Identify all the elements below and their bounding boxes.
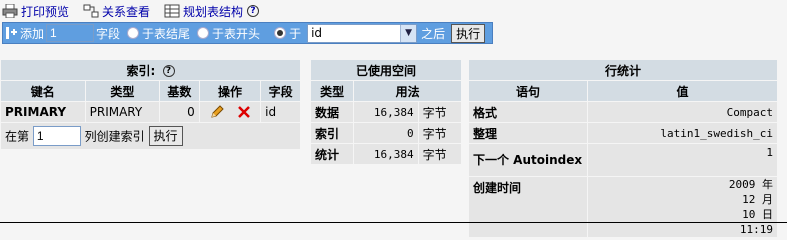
index-type: PRIMARY (85, 102, 160, 122)
index-cardinality: 0 (160, 102, 199, 122)
add-column-icon (4, 25, 18, 41)
table-row: 创建时间 2009 年 12 月 10 日 11:19 (469, 177, 777, 237)
fields-label: 字段 (96, 26, 121, 41)
index-keyname: PRIMARY (1, 102, 85, 122)
space-type: 数据 (311, 102, 354, 122)
help-icon[interactable]: ? (162, 65, 175, 77)
print-preview-label: 打印预览 (21, 4, 70, 19)
chevron-down-icon: ▼ (400, 24, 417, 42)
divider (0, 222, 787, 223)
stat-value: Compact (588, 102, 777, 122)
col-space-usage: 用法 (354, 81, 461, 101)
col-field: 字段 (261, 81, 300, 101)
delete-x-icon[interactable] (237, 105, 251, 119)
space-value: 16,384 (354, 102, 418, 122)
at-beginning-label: 于表开头 (212, 26, 261, 41)
relation-icon (83, 4, 99, 18)
after-prefix-label: 于 (289, 26, 302, 41)
space-unit: 字节 (418, 144, 461, 164)
help-icon[interactable]: ? (247, 5, 260, 17)
edit-pencil-icon[interactable] (209, 104, 225, 120)
indexes-title-cell: 索引: ? (1, 60, 300, 80)
after-field-select[interactable]: id ▼ (307, 23, 418, 43)
indexes-title: 索引: (126, 63, 156, 78)
space-value: 16,384 (354, 144, 418, 164)
stat-value: latin1_swedish_ci (588, 123, 777, 143)
stat-label: 整理 (469, 123, 587, 143)
stat-value: 2009 年 12 月 10 日 11:19 (588, 177, 777, 237)
stat-label: 创建时间 (469, 177, 587, 237)
create-index-button[interactable]: 执行 (148, 125, 183, 146)
table-row: 格式 Compact (469, 102, 777, 122)
space-usage-title: 已使用空间 (311, 60, 461, 80)
space-unit: 字节 (418, 123, 461, 143)
table-row: 索引 0 字节 (311, 123, 461, 143)
relation-view-label: 关系查看 (102, 4, 151, 19)
space-usage-table: 已使用空间 类型 用法 数据 16,384 字节 索引 0 字节 统计 16,3… (310, 59, 462, 165)
index-actions (199, 102, 261, 122)
indexes-table: 索引: ? 键名 类型 基数 操作 字段 PRIMARY PRIMARY 0 i… (0, 59, 301, 150)
create-index-prefix: 在第 (5, 129, 30, 144)
col-statement: 语句 (469, 81, 587, 101)
col-keyname: 键名 (1, 81, 85, 101)
table-row: 下一个 Autoindex 1 (469, 144, 777, 176)
col-type: 类型 (85, 81, 160, 101)
stat-value: 1 (588, 144, 777, 176)
space-type: 索引 (311, 123, 354, 143)
after-field-select-value: id (311, 26, 323, 40)
printer-icon (2, 4, 18, 18)
table-row: PRIMARY PRIMARY 0 id (1, 102, 300, 122)
stat-label: 格式 (469, 102, 587, 122)
index-field: id (261, 102, 300, 122)
at-end-label: 于表结尾 (142, 26, 191, 41)
create-index-suffix: 列创建索引 (84, 129, 145, 144)
space-type: 统计 (311, 144, 354, 164)
col-cardinality: 基数 (160, 81, 199, 101)
add-field-bar: 添加 字段 于表结尾 于表开头 于 id ▼ 之后 执行 (2, 22, 493, 44)
print-preview-link[interactable]: 打印预览 (2, 3, 69, 20)
relation-view-link[interactable]: 关系查看 (83, 3, 150, 20)
col-action: 操作 (199, 81, 261, 101)
col-space-type: 类型 (311, 81, 354, 101)
table-structure-icon (164, 4, 180, 18)
create-index-columns-input[interactable] (32, 126, 81, 147)
space-value: 0 (354, 123, 418, 143)
space-unit: 字节 (418, 102, 461, 122)
table-row: 数据 16,384 字节 (311, 102, 461, 122)
add-execute-button[interactable]: 执行 (451, 23, 486, 43)
col-value: 值 (588, 81, 777, 101)
row-statistics-table: 行统计 语句 值 格式 Compact 整理 latin1_swedish_ci… (468, 59, 778, 238)
field-count-input[interactable] (46, 24, 95, 42)
propose-structure-label: 规划表结构 (183, 4, 244, 19)
stat-label: 下一个 Autoindex (469, 144, 587, 176)
table-row: 整理 latin1_swedish_ci (469, 123, 777, 143)
top-links: 打印预览 关系查看 规划表结构 ? (2, 2, 273, 20)
after-suffix-label: 之后 (421, 26, 446, 41)
at-beginning-radio[interactable] (197, 27, 210, 39)
add-label: 添加 (20, 26, 45, 41)
after-field-radio[interactable] (274, 27, 287, 39)
at-end-radio[interactable] (127, 27, 140, 39)
table-row: 统计 16,384 字节 (311, 144, 461, 164)
propose-structure-link[interactable]: 规划表结构 ? (164, 3, 260, 20)
row-statistics-title: 行统计 (469, 60, 777, 80)
create-index-row: 在第 列创建索引 执行 (1, 123, 300, 149)
